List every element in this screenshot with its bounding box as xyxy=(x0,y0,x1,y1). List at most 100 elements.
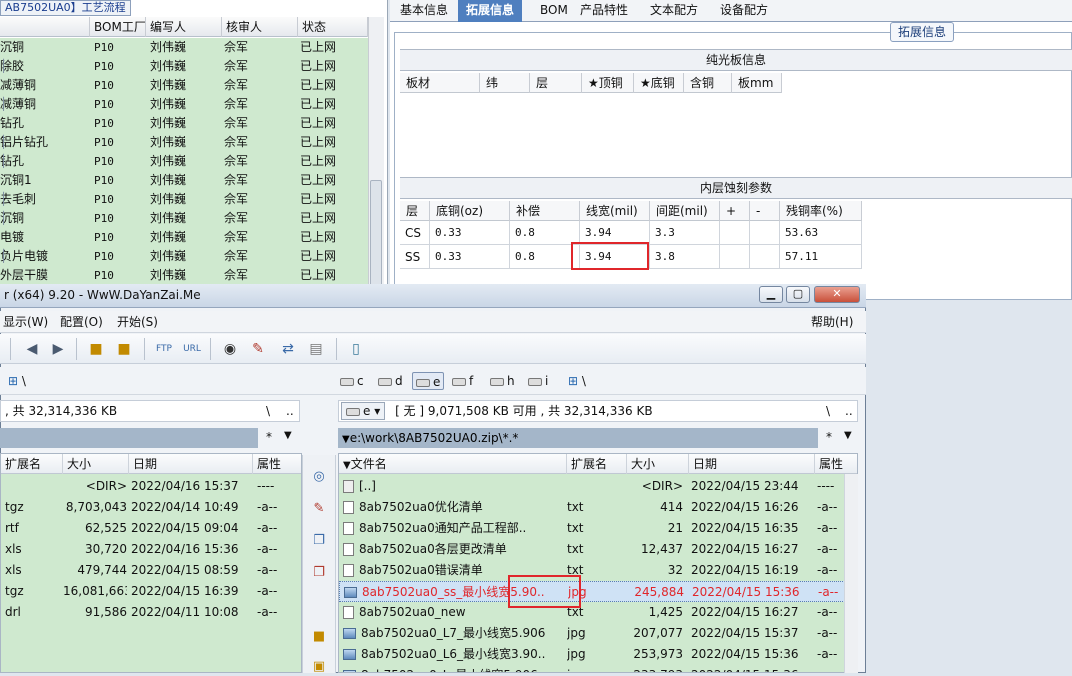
right-col-name[interactable]: ▼文件名 xyxy=(339,454,567,474)
drive-button-e[interactable]: e xyxy=(412,372,445,390)
bom-row[interactable]: │ 除胶 P10 刘伟巍 佘军 已上网 xyxy=(0,57,368,76)
left-col-attr[interactable]: 属性 xyxy=(253,454,301,474)
file-row[interactable]: tgz 16,081,663 2022/04/15 16:39 -a-- xyxy=(1,581,301,602)
drive-button-f[interactable]: f xyxy=(452,372,473,390)
etch-cell-spacing[interactable]: 3.8 xyxy=(650,245,720,269)
right-col-date[interactable]: 日期 xyxy=(689,454,815,474)
url-connect-icon[interactable]: URL xyxy=(182,339,202,359)
col-header-process[interactable] xyxy=(0,17,90,37)
notepad-icon[interactable]: ▯ xyxy=(346,339,366,359)
col-copper-content[interactable]: 含铜 xyxy=(684,73,732,93)
col-layer[interactable]: 层 xyxy=(530,73,582,93)
bom-row[interactable]: │ 钻孔 P10 刘伟巍 佘军 已上网 xyxy=(0,152,368,171)
bom-row[interactable]: │ 沉铜 P10 刘伟巍 佘军 已上网 xyxy=(0,209,368,228)
tab-extended-info[interactable]: 拓展信息 xyxy=(458,0,523,22)
edit-icon[interactable]: ✎ xyxy=(310,500,328,518)
tab-equipment-recipe[interactable]: 设备配方 xyxy=(712,0,776,22)
file-row[interactable]: [..] <DIR> 2022/04/15 23:44 ---- xyxy=(339,476,857,497)
left-network-root[interactable]: ⊞ \ xyxy=(8,372,26,390)
etch-cell-layer[interactable]: SS xyxy=(400,245,430,269)
pack-archive-icon[interactable]: ■ xyxy=(86,339,106,359)
left-parent-button[interactable]: .. xyxy=(286,404,294,418)
right-col-attr[interactable]: 属性 xyxy=(815,454,857,474)
maximize-button[interactable]: ▢ xyxy=(786,286,810,303)
close-button[interactable]: ✕ xyxy=(814,286,860,303)
bom-row[interactable]: 沉铜 P10 刘伟巍 佘军 已上网 xyxy=(0,38,368,57)
col-etch-layer[interactable]: 层 xyxy=(400,201,430,221)
new-folder-icon[interactable]: ■ xyxy=(310,628,328,646)
left-filter[interactable]: * xyxy=(266,430,272,444)
etch-cell-base-cu[interactable]: 0.33 xyxy=(430,245,510,269)
right-col-ext[interactable]: 扩展名 xyxy=(567,454,627,474)
etch-cell-spacing[interactable]: 3.3 xyxy=(650,221,720,245)
right-path-bar[interactable]: ▼e:\work\8AB7502UA0.zip\*.* xyxy=(338,428,818,448)
bom-row[interactable]: │ 铝片钻孔 P10 刘伟巍 佘军 已上网 xyxy=(0,133,368,152)
left-root-button[interactable]: \ xyxy=(266,404,270,418)
bom-row[interactable]: 沉铜1 P10 刘伟巍 佘军 已上网 xyxy=(0,171,368,190)
col-compensation[interactable]: 补偿 xyxy=(510,201,580,221)
back-arrow-icon[interactable]: ◀ xyxy=(22,339,42,359)
bom-row[interactable]: │ 减薄铜 P10 刘伟巍 佘军 已上网 xyxy=(0,95,368,114)
drive-button-d[interactable]: d xyxy=(378,372,403,390)
file-row[interactable]: tgz 8,703,043 2022/04/14 10:49 -a-- xyxy=(1,497,301,518)
tab-basic-info[interactable]: 基本信息 xyxy=(392,0,456,22)
menu-show[interactable]: 显示(W) xyxy=(3,313,48,331)
etch-cell-minus[interactable] xyxy=(750,245,780,269)
right-root-button[interactable]: \ xyxy=(826,404,830,418)
right-panel-scrollbar[interactable] xyxy=(844,474,858,673)
col-bottom-copper[interactable]: ★底铜 xyxy=(634,73,684,93)
unpack-archive-icon[interactable]: ■ xyxy=(114,339,134,359)
bom-row[interactable]: 外层干膜 P10 刘伟巍 佘军 已上网 xyxy=(0,266,368,285)
drive-button-h[interactable]: h xyxy=(490,372,515,390)
col-plus[interactable]: + xyxy=(720,201,750,221)
file-row[interactable]: 8ab7502ua0_L6_最小线宽3.90.. jpg 253,973 2022/0… xyxy=(339,644,857,665)
forward-arrow-icon[interactable]: ▶ xyxy=(48,339,68,359)
menu-config[interactable]: 配置(O) xyxy=(60,313,103,331)
sync-dirs-icon[interactable]: ⇄ xyxy=(278,339,298,359)
drive-button-c[interactable]: c xyxy=(340,372,364,390)
file-row[interactable]: 8ab7502ua0优化清单 txt 414 2022/04/15 16:26 -a-- xyxy=(339,497,857,518)
menu-help[interactable]: 帮助(H) xyxy=(811,313,853,331)
col-board-material[interactable]: 板材 xyxy=(400,73,480,93)
col-residual-copper[interactable]: 残铜率(%) xyxy=(780,201,862,221)
bom-row[interactable]: │ 负片电镀 P10 刘伟巍 佘军 已上网 xyxy=(0,247,368,266)
col-header-status[interactable]: 状态 xyxy=(298,17,368,37)
right-filter[interactable]: * xyxy=(826,430,832,444)
file-row[interactable]: 8ab7502ua0错误清单 txt 32 2022/04/15 16:19 -a-- xyxy=(339,560,857,581)
etch-cell-layer[interactable]: CS xyxy=(400,221,430,245)
file-row[interactable]: 8ab7502ua0_L_最小线宽5.906 jpg 233,793 2022/04/… xyxy=(339,665,857,672)
binoculars-search-icon[interactable]: ◉ xyxy=(220,339,240,359)
right-history-dropdown-icon[interactable]: ▼ xyxy=(844,430,852,441)
file-row[interactable]: rtf 62,525 2022/04/15 09:04 -a-- xyxy=(1,518,301,539)
file-row[interactable]: 8ab7502ua0通知产品工程部.. txt 21 2022/04/15 16:35… xyxy=(339,518,857,539)
minimize-button[interactable]: ▁ xyxy=(759,286,783,303)
tab-text-recipe[interactable]: 文本配方 xyxy=(642,0,706,22)
left-path-bar[interactable] xyxy=(0,428,258,448)
etch-cell-minus[interactable] xyxy=(750,221,780,245)
right-parent-button[interactable]: .. xyxy=(845,404,853,418)
file-row[interactable]: <DIR> 2022/04/16 15:37 ---- xyxy=(1,476,301,497)
etch-cell-plus[interactable] xyxy=(720,245,750,269)
bom-row[interactable]: 电镀 P10 刘伟巍 佘军 已上网 xyxy=(0,228,368,247)
etch-cell-residual[interactable]: 57.11 xyxy=(780,245,862,269)
left-col-ext[interactable]: 扩展名 xyxy=(1,454,63,474)
file-row[interactable]: 8ab7502ua0_new txt 1,425 2022/04/15 16:27 -a… xyxy=(339,602,857,623)
clipboard-icon[interactable]: ▤ xyxy=(306,339,326,359)
view-icon[interactable]: ◎ xyxy=(310,468,328,486)
file-row[interactable]: 8ab7502ua0_L7_最小线宽5.906 jpg 207,077 2022/04… xyxy=(339,623,857,644)
right-col-size[interactable]: 大小 xyxy=(627,454,689,474)
col-header-bom-factory[interactable]: BOM工厂 xyxy=(90,17,146,37)
left-col-size[interactable]: 大小 xyxy=(63,454,129,474)
col-header-writer[interactable]: 编写人 xyxy=(146,17,222,37)
col-spacing[interactable]: 间距(mil) xyxy=(650,201,720,221)
multi-rename-icon[interactable]: ✎ xyxy=(248,339,268,359)
etch-cell-base-cu[interactable]: 0.33 xyxy=(430,221,510,245)
file-row[interactable]: 8ab7502ua0_ss_最小线宽5.90.. jpg 245,884 2022/0… xyxy=(339,581,857,602)
etch-cell-comp[interactable]: 0.8 xyxy=(510,221,580,245)
delete-icon[interactable]: ▣ xyxy=(310,658,328,676)
col-minus[interactable]: - xyxy=(750,201,780,221)
right-drive-select[interactable]: e ▾ xyxy=(341,402,386,420)
right-network-root[interactable]: ⊞ \ xyxy=(568,372,586,390)
left-col-date[interactable]: 日期 xyxy=(129,454,253,474)
bom-scroll-thumb[interactable] xyxy=(370,180,382,290)
